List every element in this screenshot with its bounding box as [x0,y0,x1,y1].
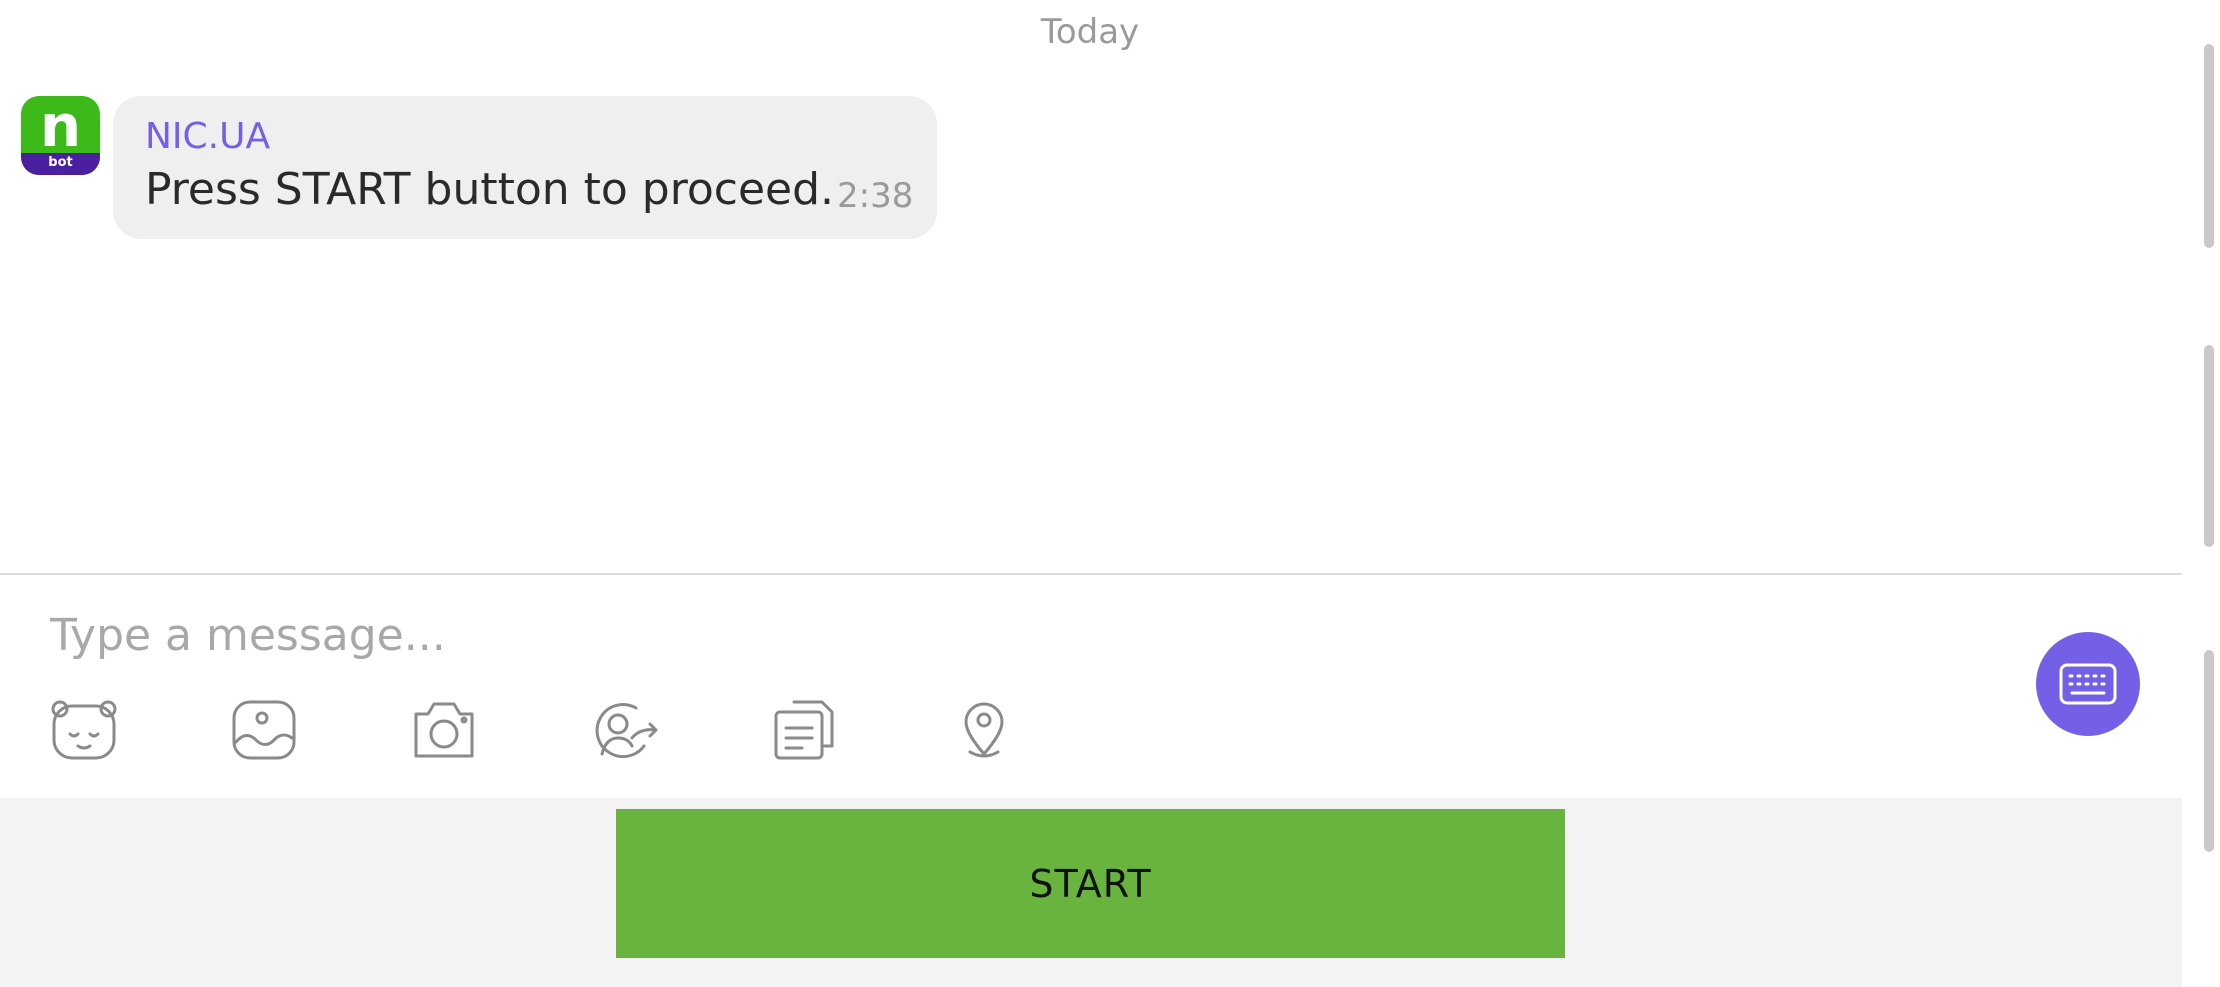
message-text: Press START button to proceed. [145,164,835,215]
scrollbar-thumb-top[interactable] [2204,44,2214,248]
keyboard-toggle-button[interactable] [2036,632,2140,736]
bot-avatar[interactable]: n bot [21,96,100,175]
message-input[interactable] [50,600,1950,670]
gallery-icon[interactable] [228,698,300,762]
avatar-letter: n [39,96,82,160]
camera-icon[interactable] [408,698,480,762]
chat-screen: Today n bot NIC.UA Press START button to… [0,0,2220,987]
start-button[interactable]: START [616,809,1565,958]
date-divider: Today [1040,12,1140,52]
bot-badge: bot [21,153,100,175]
share-contact-icon[interactable] [588,698,660,762]
scrollbar-thumb-bottom[interactable] [2204,650,2214,852]
message-bubble[interactable]: NIC.UA Press START button to proceed. 2:… [113,96,937,239]
scrollbar-thumb-middle[interactable] [2204,345,2214,547]
file-icon[interactable] [768,698,840,762]
message-sender[interactable]: NIC.UA [145,116,270,157]
location-icon[interactable] [948,698,1020,762]
composer-divider [0,573,2182,575]
sticker-icon[interactable] [48,698,120,762]
message-time: 2:38 [837,176,914,216]
keyboard-icon [2059,663,2117,705]
